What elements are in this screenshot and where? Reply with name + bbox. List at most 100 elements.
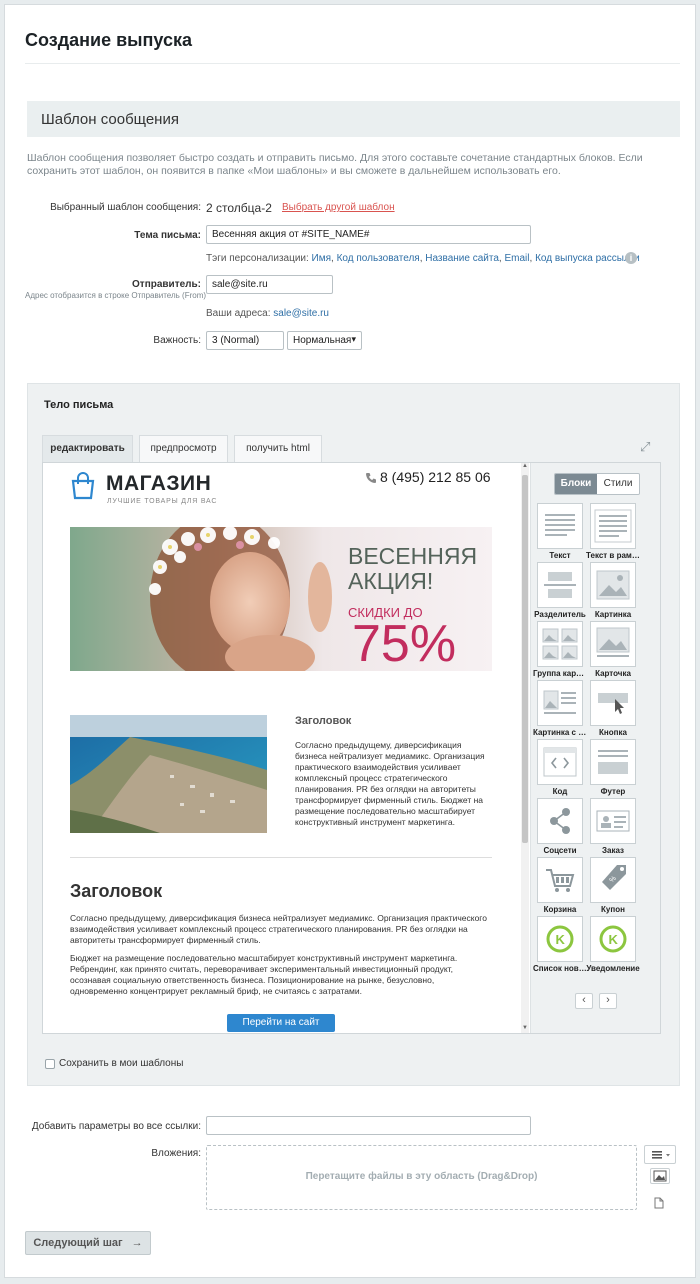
section-description: Шаблон сообщения позволяет быстро создат… bbox=[27, 152, 643, 177]
block-card[interactable] bbox=[590, 621, 636, 667]
sender-input[interactable]: sale@site.ru bbox=[206, 275, 333, 294]
sender-hint: Адрес отобразится в строке Отправитель (… bbox=[25, 291, 207, 300]
phone-icon bbox=[366, 473, 376, 483]
next-step-button[interactable]: Следующий шаг → bbox=[25, 1231, 151, 1255]
scrollbar-thumb[interactable] bbox=[522, 475, 528, 843]
tag-name[interactable]: Имя bbox=[312, 253, 331, 264]
hero-banner: ВЕСЕННЯЯ АКЦИЯ! СКИДКИ ДО 75% bbox=[70, 527, 492, 671]
block-label: Кнопка bbox=[599, 728, 627, 737]
card-icon bbox=[596, 627, 630, 657]
sender-label: Отправитель: bbox=[132, 279, 201, 290]
email-paragraph-1: Согласно предыдущему, диверсификация биз… bbox=[70, 913, 487, 945]
button-icon bbox=[598, 693, 628, 714]
arrow-right-icon: → bbox=[131, 1237, 143, 1249]
block-image-group[interactable] bbox=[537, 621, 583, 667]
sender-addresses: Ваши адреса: sale@site.ru bbox=[206, 308, 329, 319]
block-framed-text[interactable] bbox=[590, 503, 636, 549]
block-image[interactable] bbox=[590, 562, 636, 608]
scroll-up-icon[interactable]: ▲ bbox=[521, 463, 529, 469]
section-title: Шаблон сообщения bbox=[41, 111, 179, 128]
block-notification[interactable]: K bbox=[590, 916, 636, 962]
info-icon[interactable]: i bbox=[625, 252, 637, 264]
blocks-styles-toggle: Блоки Стили bbox=[554, 473, 640, 495]
tag-issue-code[interactable]: Код выпуска рассылки bbox=[535, 253, 640, 264]
k-icon: K bbox=[599, 925, 627, 953]
priority-label: Важность: bbox=[153, 335, 201, 346]
block-text[interactable] bbox=[537, 503, 583, 549]
expand-icon[interactable]: ⤢ bbox=[640, 439, 650, 455]
block-social[interactable] bbox=[537, 798, 583, 844]
block-footer[interactable] bbox=[590, 739, 636, 785]
address-link[interactable]: sale@site.ru bbox=[273, 308, 329, 319]
email-heading: Заголовок bbox=[70, 881, 163, 901]
scroll-down-icon[interactable]: ▼ bbox=[521, 1025, 529, 1031]
tab-blocks[interactable]: Блоки bbox=[555, 474, 597, 494]
block-image-text[interactable] bbox=[537, 680, 583, 726]
block-coupon[interactable]: % bbox=[590, 857, 636, 903]
change-template-link[interactable]: Выбрать другой шаблон bbox=[282, 202, 395, 213]
block-label: Группа картинок bbox=[533, 669, 587, 678]
email-paragraph-2: Бюджет на размещение последовательно мас… bbox=[70, 953, 458, 996]
next-page-button[interactable]: › bbox=[599, 993, 617, 1009]
dropzone-text: Перетащите файлы в эту область (Drag&Dro… bbox=[305, 1171, 538, 1182]
template-value: 2 столбца-2 bbox=[206, 201, 272, 215]
page-title: Создание выпуска bbox=[25, 30, 192, 50]
block-label: Соцсети bbox=[543, 846, 577, 855]
tab-preview[interactable]: предпросмотр bbox=[139, 435, 228, 462]
phone-number: 8 (495) 212 85 06 bbox=[380, 469, 491, 485]
link-params-label: Добавить параметры во все ссылки: bbox=[31, 1121, 201, 1132]
priority-select-value: Нормальная bbox=[293, 335, 352, 346]
code-icon bbox=[543, 747, 577, 777]
coupon-icon: % bbox=[602, 865, 626, 890]
block-label: Заказ bbox=[602, 846, 624, 855]
k-icon: K bbox=[546, 925, 574, 953]
priority-select[interactable]: Нормальная ▾ bbox=[287, 331, 362, 350]
prev-page-button[interactable]: ‹ bbox=[575, 993, 593, 1009]
subject-input[interactable]: Весенняя акция от #SITE_NAME# bbox=[206, 225, 531, 244]
section-header: Шаблон сообщения bbox=[27, 101, 680, 137]
cta-button[interactable]: Перейти на сайт bbox=[227, 1014, 335, 1032]
image-group-icon bbox=[542, 628, 578, 660]
block-label: Корзина bbox=[543, 905, 577, 914]
order-icon bbox=[596, 810, 630, 832]
tag-site-name[interactable]: Название сайта bbox=[425, 253, 499, 264]
text-icon bbox=[545, 514, 575, 536]
block-cart[interactable] bbox=[537, 857, 583, 903]
save-template-checkbox[interactable] bbox=[45, 1059, 55, 1069]
menu-button[interactable] bbox=[644, 1145, 676, 1164]
block-order[interactable] bbox=[590, 798, 636, 844]
tab-get-html[interactable]: получить html bbox=[234, 435, 322, 462]
logo-tagline: ЛУЧШИЕ ТОВАРЫ ДЛЯ ВАС bbox=[107, 498, 218, 505]
tab-edit[interactable]: редактировать bbox=[42, 435, 133, 462]
block-new-items[interactable]: K bbox=[537, 916, 583, 962]
attachments-dropzone[interactable]: Перетащите файлы в эту область (Drag&Dro… bbox=[206, 1145, 637, 1210]
block-label: Картинка с текстом bbox=[533, 728, 587, 737]
image-icon bbox=[596, 570, 630, 600]
tag-email[interactable]: Email bbox=[504, 253, 529, 264]
menu-icon bbox=[652, 1151, 670, 1159]
block-button[interactable] bbox=[590, 680, 636, 726]
tab-styles[interactable]: Стили bbox=[597, 474, 639, 494]
priority-input[interactable]: 3 (Normal) bbox=[206, 331, 284, 350]
article-title: Заголовок bbox=[295, 715, 352, 727]
body-title: Тело письма bbox=[44, 399, 114, 411]
block-divider[interactable] bbox=[537, 562, 583, 608]
block-label: Уведомление bbox=[586, 964, 640, 973]
tag-user-id[interactable]: Код пользователя bbox=[337, 253, 420, 264]
footer-icon bbox=[598, 750, 628, 774]
block-label: Код bbox=[552, 787, 568, 796]
block-label: Карточка bbox=[595, 669, 631, 678]
link-params-input[interactable] bbox=[206, 1116, 531, 1135]
chevron-down-icon: ▾ bbox=[351, 334, 356, 344]
block-code[interactable] bbox=[537, 739, 583, 785]
image-upload-button[interactable] bbox=[650, 1168, 670, 1184]
image-text-icon bbox=[543, 690, 576, 714]
hero-title-2: АКЦИЯ! bbox=[348, 568, 434, 594]
tags-label: Тэги персонализации: bbox=[206, 253, 309, 264]
image-icon bbox=[653, 1170, 667, 1182]
article-text: Согласно предыдущему, диверсификация биз… bbox=[295, 740, 485, 827]
block-label: Разделитель bbox=[534, 610, 586, 619]
page-panel: Создание выпуска Шаблон сообщения Шаблон… bbox=[4, 4, 696, 1278]
file-icon[interactable] bbox=[654, 1197, 664, 1209]
block-label: Картинка bbox=[594, 610, 632, 619]
